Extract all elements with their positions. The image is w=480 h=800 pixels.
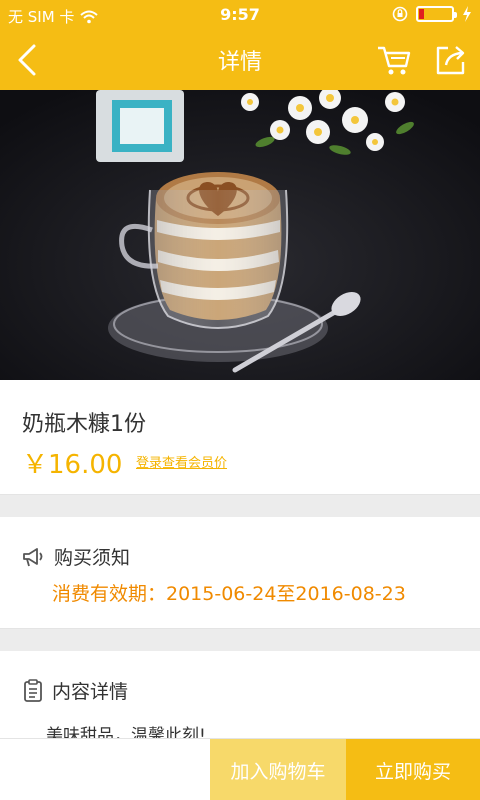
cart-icon[interactable] — [374, 40, 414, 80]
section-divider — [0, 629, 480, 651]
product-price: ￥16.00 — [22, 450, 123, 480]
product-image — [0, 90, 480, 380]
purchase-notice-header: 购买须知 — [22, 543, 130, 570]
rotation-lock-icon — [392, 6, 408, 22]
product-name: 奶瓶木糠1份 — [22, 412, 146, 437]
content-details-heading: 内容详情 — [52, 681, 129, 703]
bottom-action-bar: 加入购物车 立即购买 — [0, 738, 480, 800]
product-info: 奶瓶木糠1份 ￥16.00 登录查看会员价 — [0, 380, 480, 495]
purchase-notice-heading: 购买须知 — [54, 547, 131, 569]
content-details-header: 内容详情 — [22, 677, 128, 704]
buy-now-button[interactable]: 立即购买 — [346, 739, 480, 800]
add-to-cart-button[interactable]: 加入购物车 — [210, 739, 346, 800]
status-bar: 无 SIM 卡 9:57 — [0, 0, 480, 30]
validity-period: 消费有效期：2015-06-24至2016-08-23 — [52, 583, 406, 605]
battery-icon — [416, 6, 457, 22]
section-divider — [0, 495, 480, 517]
top-bar: 无 SIM 卡 9:57 详情 — [0, 0, 480, 90]
purchase-notice-section: 购买须知 消费有效期：2015-06-24至2016-08-23 — [0, 517, 480, 629]
charging-icon — [463, 6, 471, 22]
megaphone-icon — [23, 547, 43, 566]
share-icon[interactable] — [430, 40, 470, 80]
status-right — [392, 6, 472, 22]
content-details-section: 内容详情 美味甜品，温馨此刻! — [0, 651, 480, 746]
clipboard-icon — [24, 678, 42, 702]
member-price-link[interactable]: 登录查看会员价 — [136, 452, 227, 471]
nav-bar: 详情 — [0, 30, 480, 90]
